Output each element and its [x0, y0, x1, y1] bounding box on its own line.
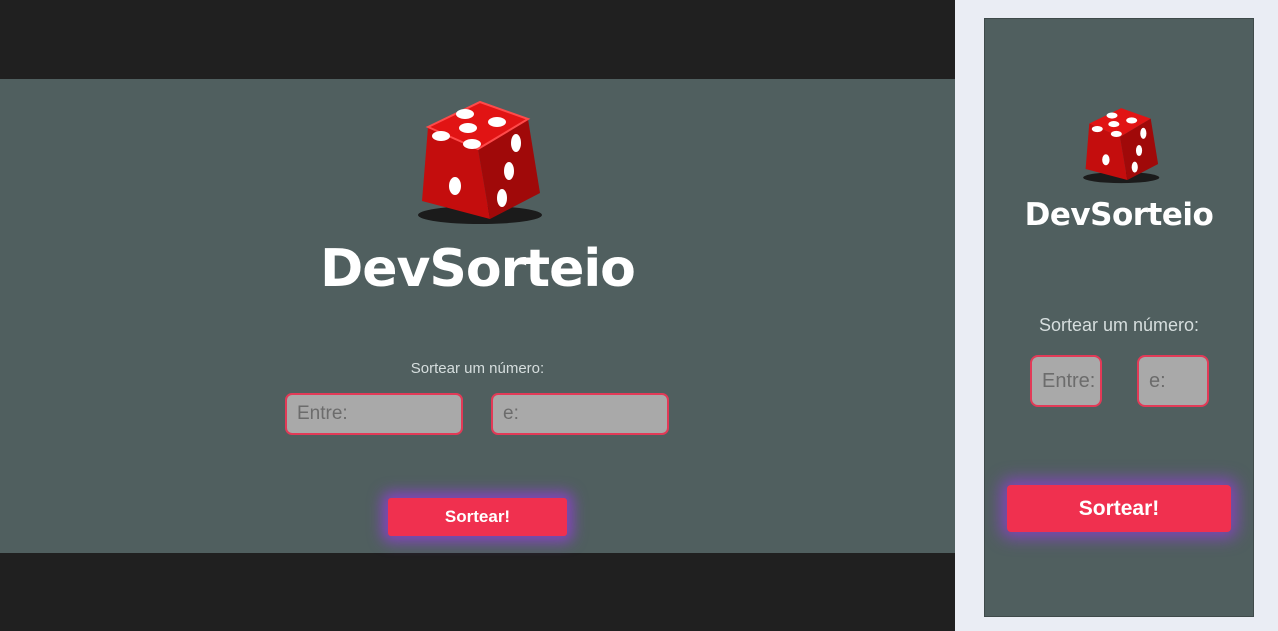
mobile-view: DevSorteio Sortear um número: Entre: e: …	[984, 18, 1254, 617]
min-number-input[interactable]: Entre:	[1030, 355, 1102, 407]
desktop-view: DevSorteio Sortear um número: Entre: e: …	[0, 0, 955, 631]
app-title: DevSorteio	[320, 239, 636, 299]
draw-prompt-label: Sortear um número:	[410, 360, 545, 377]
draw-button[interactable]: Sortear!	[1007, 485, 1231, 532]
draw-prompt-label: Sortear um número:	[1038, 315, 1200, 335]
dice-icon	[418, 100, 542, 224]
max-number-input[interactable]: e:	[491, 393, 669, 435]
min-number-input[interactable]: Entre:	[285, 393, 463, 435]
draw-button[interactable]: Sortear!	[388, 498, 567, 536]
dice-icon	[1083, 108, 1160, 184]
app-title: DevSorteio	[1024, 197, 1214, 233]
max-number-input[interactable]: e:	[1137, 355, 1209, 407]
